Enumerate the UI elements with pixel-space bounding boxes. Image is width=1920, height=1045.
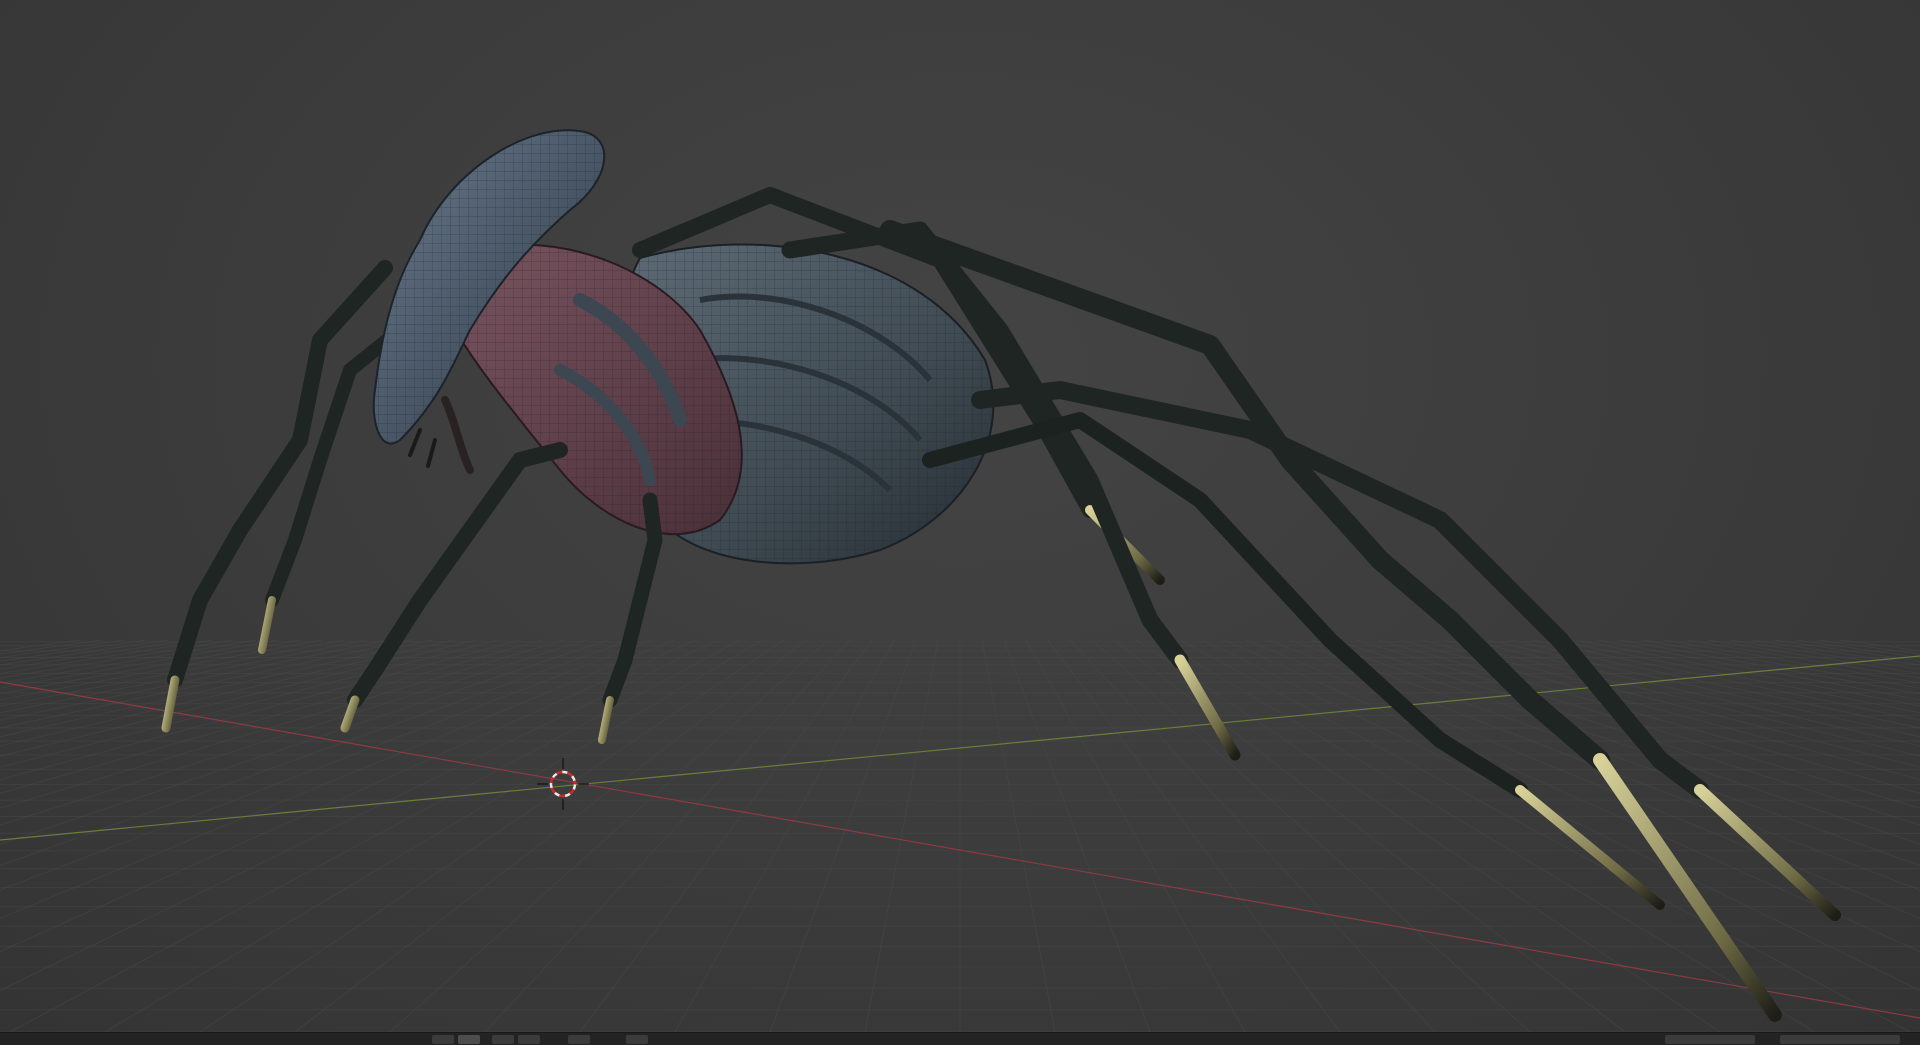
box-select-icon[interactable]: [458, 1035, 480, 1044]
grid-line: [1069, 639, 1436, 1032]
grid-line: [0, 639, 147, 662]
leg-right-3: [880, 220, 1782, 1022]
select-icon[interactable]: [432, 1035, 454, 1044]
floor-grid: [0, 639, 1920, 1032]
grid-line: [0, 639, 103, 655]
mode-icon-4[interactable]: [626, 1035, 648, 1044]
3d-cursor-icon[interactable]: [537, 758, 589, 810]
mode-icon-1[interactable]: [492, 1035, 514, 1044]
grid-line: [0, 639, 565, 809]
grid-line: [864, 639, 939, 1032]
grid-line: [769, 639, 917, 1032]
grid-line: [0, 639, 521, 781]
grid-line: [1179, 639, 1911, 1032]
grid-line: [1201, 639, 1920, 991]
grid-line: [294, 639, 807, 1032]
grid-line: [1091, 639, 1531, 1032]
viewport-canvas[interactable]: [0, 0, 1920, 1032]
grid-line: [1135, 639, 1721, 1032]
grid-line: [0, 639, 213, 674]
grid-line: [1421, 639, 1920, 768]
grid-line: [1795, 639, 1920, 658]
grid-line: [674, 639, 895, 1032]
grid-line: [0, 639, 455, 747]
mode-icon-3[interactable]: [568, 1035, 590, 1044]
grid-line: [0, 639, 125, 658]
grid-line: [1817, 639, 1920, 655]
grid-line: [1355, 639, 1920, 809]
3d-viewport[interactable]: [0, 0, 1920, 1032]
grid-line: [0, 639, 543, 794]
grid-line: [1267, 639, 1920, 891]
grid-line: [1025, 639, 1246, 1032]
grid-line: [0, 639, 499, 768]
grid-line: [1113, 639, 1626, 1032]
grid-line: [0, 639, 609, 845]
grid-line: [579, 639, 873, 1032]
grid-line: [0, 639, 389, 721]
grid-line: [199, 639, 785, 1032]
status-icon-1[interactable]: [1665, 1035, 1755, 1044]
leg-back-left-1: [161, 260, 393, 733]
grid-line: [1531, 639, 1920, 721]
grid-line: [1003, 639, 1151, 1032]
grid-line: [1773, 639, 1920, 662]
grid-line: [981, 639, 1056, 1032]
leg-right-4: [971, 381, 1841, 921]
spider-creature-model[interactable]: [161, 129, 1841, 1022]
grid-line: [1047, 639, 1341, 1032]
grid-line: [484, 639, 851, 1032]
grid-line: [0, 639, 675, 919]
status-icon-2[interactable]: [1780, 1035, 1900, 1044]
grid-line: [1839, 639, 1920, 652]
mode-icon-2[interactable]: [518, 1035, 540, 1044]
grid-line: [0, 639, 367, 714]
grid-line: [0, 639, 323, 701]
leg-right-5: [922, 412, 1665, 910]
grid-line: [9, 639, 741, 1032]
bottom-toolbar: [0, 1032, 1920, 1045]
